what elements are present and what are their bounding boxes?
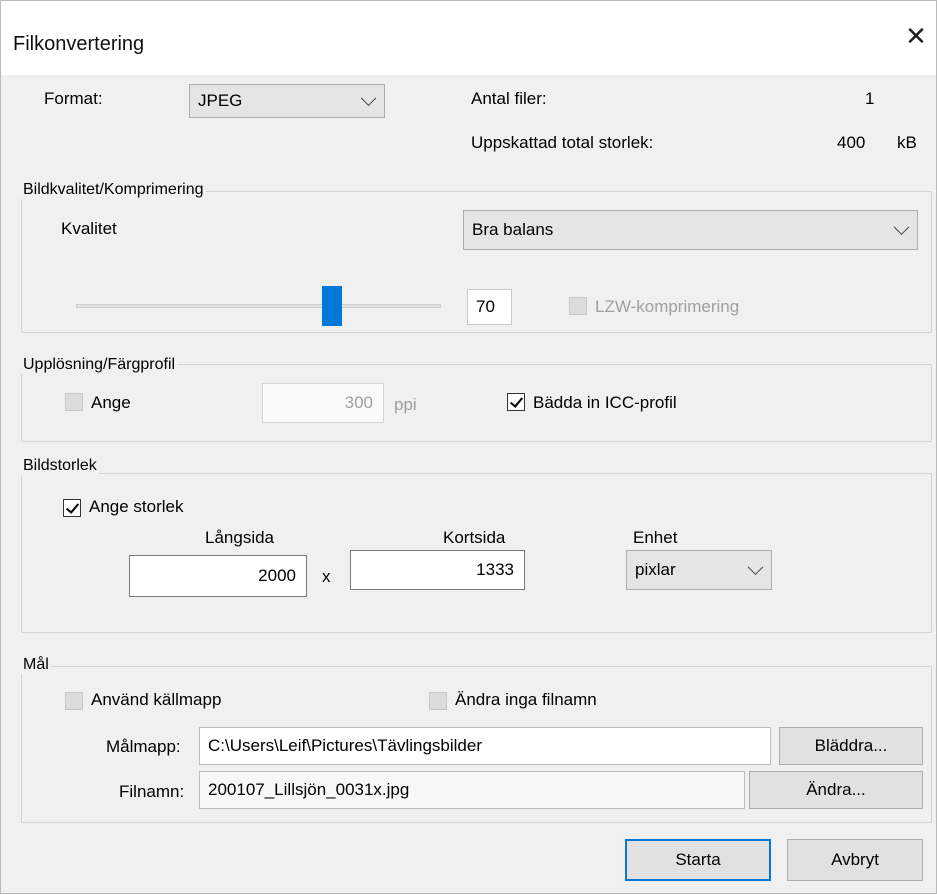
file-conversion-dialog: Filkonvertering ✕ Format: JPEG Antal fil… xyxy=(0,0,937,894)
unit-label: Enhet xyxy=(633,528,678,547)
no-rename-label: Ändra inga filnamn xyxy=(455,690,597,709)
ppi-input: 300 xyxy=(262,383,384,423)
unit-select[interactable]: pixlar xyxy=(626,550,772,590)
long-side-label: Långsida xyxy=(205,528,275,547)
quality-preset-value: Bra balans xyxy=(472,220,554,239)
resolution-group-label: Upplösning/Färgprofil xyxy=(21,356,178,374)
quality-group-label: Bildkvalitet/Komprimering xyxy=(21,181,206,199)
estimated-size-label: Uppskattad total storlek: xyxy=(471,133,654,152)
resolution-group xyxy=(21,364,932,442)
chevron-down-icon xyxy=(360,90,377,107)
short-side-label: Kortsida xyxy=(443,528,506,547)
estimated-size-unit: kB xyxy=(897,133,917,152)
quality-preset-select[interactable]: Bra balans xyxy=(463,210,918,250)
embed-icc-checkbox[interactable] xyxy=(507,393,525,411)
set-resolution-checkbox xyxy=(65,393,83,411)
embed-icc-label: Bädda in ICC-profil xyxy=(533,393,677,412)
image-size-group-label: Bildstorlek xyxy=(21,457,99,475)
target-folder-label: Målmapp: xyxy=(106,737,181,756)
dialog-title: Filkonvertering xyxy=(13,33,145,55)
cancel-button[interactable]: Avbryt xyxy=(787,839,923,881)
filename-label: Filnamn: xyxy=(119,782,185,801)
target-folder-input[interactable]: C:\Users\Leif\Pictures\Tävlingsbilder xyxy=(199,727,771,765)
browse-button[interactable]: Bläddra... xyxy=(779,727,923,765)
file-count-value: 1 xyxy=(865,89,875,108)
chevron-down-icon xyxy=(893,219,910,236)
long-side-input[interactable]: 2000 xyxy=(129,555,307,597)
estimated-size-value: 400 xyxy=(837,133,866,152)
use-source-folder-label: Använd källmapp xyxy=(91,690,222,709)
lzw-checkbox xyxy=(569,297,587,315)
set-size-label: Ange storlek xyxy=(89,497,184,516)
format-select-value: JPEG xyxy=(198,91,243,110)
target-group-label: Mål xyxy=(21,656,51,674)
ppi-unit: ppi xyxy=(394,395,417,414)
quality-slider-thumb[interactable] xyxy=(321,286,342,326)
set-size-checkbox[interactable] xyxy=(63,499,81,517)
times-label: x xyxy=(322,567,331,586)
format-select[interactable]: JPEG xyxy=(189,84,385,118)
close-icon[interactable]: ✕ xyxy=(901,21,931,51)
use-source-folder-checkbox xyxy=(65,692,83,710)
no-rename-checkbox xyxy=(429,692,447,710)
unit-select-value: pixlar xyxy=(635,560,676,579)
lzw-label: LZW-komprimering xyxy=(595,297,740,316)
quality-value-input[interactable]: 70 xyxy=(467,289,512,325)
set-resolution-label: Ange xyxy=(91,393,131,412)
chevron-down-icon xyxy=(747,559,764,576)
start-button[interactable]: Starta xyxy=(625,839,771,881)
short-side-input[interactable]: 1333 xyxy=(350,550,525,590)
quality-label: Kvalitet xyxy=(61,219,117,238)
format-label: Format: xyxy=(44,89,103,108)
quality-slider-track[interactable] xyxy=(76,304,441,308)
change-filename-button[interactable]: Ändra... xyxy=(749,771,923,809)
file-count-label: Antal filer: xyxy=(471,89,547,108)
filename-input: 200107_Lillsjön_0031x.jpg xyxy=(199,771,745,809)
